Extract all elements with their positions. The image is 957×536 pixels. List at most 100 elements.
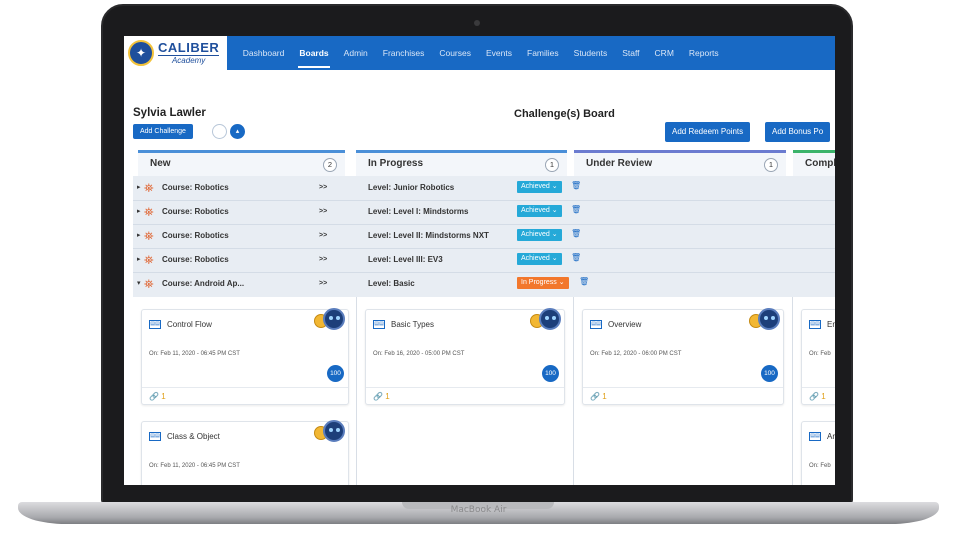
- course-name: Course: Android Ap...: [162, 279, 245, 288]
- board-title: Challenge(s) Board: [514, 108, 615, 120]
- card-avatars: [314, 420, 350, 442]
- toggle-option-empty[interactable]: [212, 124, 227, 139]
- course-name: Course: Robotics: [162, 207, 229, 216]
- card-type-icon: ▤▤: [590, 320, 602, 329]
- nav-events[interactable]: Events: [479, 36, 520, 70]
- expand-arrow-icon[interactable]: ▸: [137, 183, 141, 191]
- card-type-icon: ▤▤: [149, 320, 161, 329]
- nav-franchises[interactable]: Franchises: [375, 36, 432, 70]
- nav-staff[interactable]: Staff: [615, 36, 647, 70]
- card-type-icon: ▤▤: [809, 320, 821, 329]
- challenge-card[interactable]: ▤▤ Class & Object On: Feb 11, 2020 - 06:…: [141, 420, 350, 485]
- toggle-option-selected[interactable]: ▴: [230, 124, 245, 139]
- column-header-new: New 2: [138, 150, 345, 176]
- robot-avatar-icon: [323, 420, 345, 442]
- add-bonus-points-button[interactable]: Add Bonus Po: [765, 122, 831, 142]
- attachment-count[interactable]: 🔗 1: [590, 392, 607, 401]
- nav-courses[interactable]: Courses: [432, 36, 479, 70]
- open-course-link[interactable]: >>: [319, 184, 327, 191]
- trash-icon[interactable]: 🗑: [571, 181, 581, 190]
- course-name: Course: Robotics: [162, 183, 229, 192]
- card-title: Basic Types: [391, 320, 434, 329]
- column-title: In Progress: [368, 158, 424, 169]
- open-course-link[interactable]: >>: [319, 280, 327, 287]
- challenge-card[interactable]: ▤▤ En On: Feb 🔗 1: [801, 309, 835, 405]
- card-avatars: [314, 308, 350, 330]
- card-title: Overview: [608, 320, 642, 329]
- logo-subtitle: Academy: [158, 55, 220, 65]
- lane-complete: ▤▤ En On: Feb 🔗 1 ▤▤ Ar On: Feb: [793, 297, 835, 485]
- course-name: Course: Robotics: [162, 255, 229, 264]
- nav-families[interactable]: Families: [520, 36, 567, 70]
- open-course-link[interactable]: >>: [319, 232, 327, 239]
- course-name: Course: Robotics: [162, 231, 229, 240]
- add-redeem-points-button[interactable]: Add Redeem Points: [665, 122, 751, 142]
- level-name: Level: Level II: Mindstorms NXT: [368, 231, 489, 240]
- robot-avatar-icon: [539, 308, 561, 330]
- status-dropdown[interactable]: Achieved ⌄: [517, 205, 562, 217]
- nav-reports[interactable]: Reports: [681, 36, 726, 70]
- level-name: Level: Basic: [368, 279, 415, 288]
- status-dropdown[interactable]: Achieved ⌄: [517, 229, 562, 241]
- points-badge: 100: [761, 365, 778, 382]
- lane-under-review: ▤▤ Overview On: Feb 12, 2020 - 06:00 PM …: [574, 297, 793, 485]
- nav-crm[interactable]: CRM: [647, 36, 681, 70]
- trash-icon[interactable]: 🗑: [571, 229, 581, 238]
- expand-arrow-icon[interactable]: ▸: [137, 231, 141, 239]
- course-row[interactable]: ▸ ⛯ Course: Robotics >> Level: Level III…: [133, 248, 835, 272]
- card-type-icon: ▤▤: [809, 432, 821, 441]
- points-badge: 100: [327, 365, 344, 382]
- device-label: MacBook Air: [450, 505, 507, 515]
- add-challenge-button[interactable]: Add Challenge: [133, 124, 193, 139]
- challenge-card[interactable]: ▤▤ Control Flow On: Feb 11, 2020 - 06:45…: [141, 308, 350, 405]
- card-date: On: Feb 11, 2020 - 06:45 PM CST: [149, 351, 240, 357]
- course-row-expanded[interactable]: ▾ ⛯ Course: Android Ap... >> Level: Basi…: [133, 272, 835, 296]
- column-count: 1: [545, 158, 559, 172]
- challenge-card[interactable]: ▤▤ Ar On: Feb: [801, 421, 835, 485]
- nav-dashboard[interactable]: Dashboard: [235, 36, 292, 70]
- top-navbar: ✦ CALIBER Academy Dashboard Boards Admin…: [124, 36, 835, 70]
- status-dropdown[interactable]: Achieved ⌄: [517, 181, 562, 193]
- course-row[interactable]: ▸ ⛯ Course: Robotics >> Level: Junior Ro…: [133, 176, 835, 200]
- status-dropdown[interactable]: In Progress ⌄: [517, 277, 569, 289]
- nav-students[interactable]: Students: [566, 36, 615, 70]
- trash-icon[interactable]: 🗑: [571, 253, 581, 262]
- card-date: On: Feb: [809, 463, 831, 469]
- open-course-link[interactable]: >>: [319, 256, 327, 263]
- column-header-complete: Compl: [793, 150, 835, 176]
- card-type-icon: ▤▤: [149, 432, 161, 441]
- card-date: On: Feb 11, 2020 - 06:45 PM CST: [149, 463, 240, 469]
- lane-new: ▤▤ Control Flow On: Feb 11, 2020 - 06:45…: [133, 297, 357, 485]
- challenge-card[interactable]: ▤▤ Basic Types On: Feb 16, 2020 - 05:00 …: [365, 308, 565, 405]
- level-name: Level: Junior Robotics: [368, 183, 455, 192]
- attachment-count[interactable]: 🔗 1: [149, 392, 166, 401]
- column-title: Under Review: [586, 158, 653, 169]
- level-name: Level: Level I: Mindstorms: [368, 207, 469, 216]
- course-icon: ⛯: [144, 229, 154, 243]
- card-title: Class & Object: [167, 432, 220, 441]
- camera: [474, 20, 480, 26]
- expand-arrow-icon[interactable]: ▸: [137, 255, 141, 263]
- column-header-under-review: Under Review 1: [574, 150, 786, 176]
- brand-logo[interactable]: ✦ CALIBER Academy: [124, 36, 228, 70]
- status-dropdown[interactable]: Achieved ⌄: [517, 253, 562, 265]
- nav-admin[interactable]: Admin: [336, 36, 375, 70]
- challenge-card[interactable]: ▤▤ Overview On: Feb 12, 2020 - 06:00 PM …: [582, 308, 784, 405]
- card-title: Control Flow: [167, 320, 212, 329]
- open-course-link[interactable]: >>: [319, 208, 327, 215]
- trash-icon[interactable]: 🗑: [579, 277, 589, 286]
- lane-in-progress: ▤▤ Basic Types On: Feb 16, 2020 - 05:00 …: [357, 297, 574, 485]
- course-icon: ⛯: [144, 277, 154, 291]
- course-row[interactable]: ▸ ⛯ Course: Robotics >> Level: Level I: …: [133, 200, 835, 224]
- course-icon: ⛯: [144, 181, 154, 195]
- nav-boards[interactable]: Boards: [292, 36, 336, 70]
- attachment-count[interactable]: 🔗 1: [373, 392, 390, 401]
- attachment-count[interactable]: 🔗 1: [809, 392, 826, 401]
- course-row[interactable]: ▸ ⛯ Course: Robotics >> Level: Level II:…: [133, 224, 835, 248]
- card-title: En: [827, 320, 835, 329]
- column-count: 2: [323, 158, 337, 172]
- collapse-arrow-icon[interactable]: ▾: [137, 279, 141, 287]
- trash-icon[interactable]: 🗑: [571, 205, 581, 214]
- level-name: Level: Level III: EV3: [368, 255, 443, 264]
- expand-arrow-icon[interactable]: ▸: [137, 207, 141, 215]
